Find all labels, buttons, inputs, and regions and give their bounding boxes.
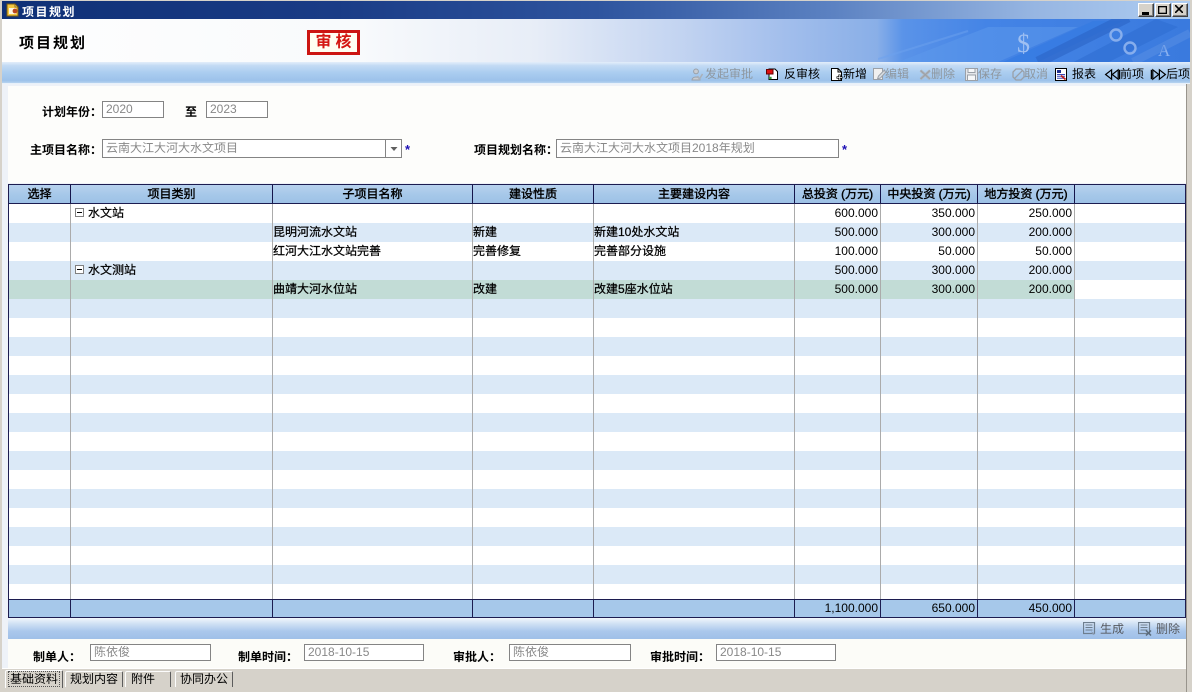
svg-text:$: $ [1017,29,1030,58]
